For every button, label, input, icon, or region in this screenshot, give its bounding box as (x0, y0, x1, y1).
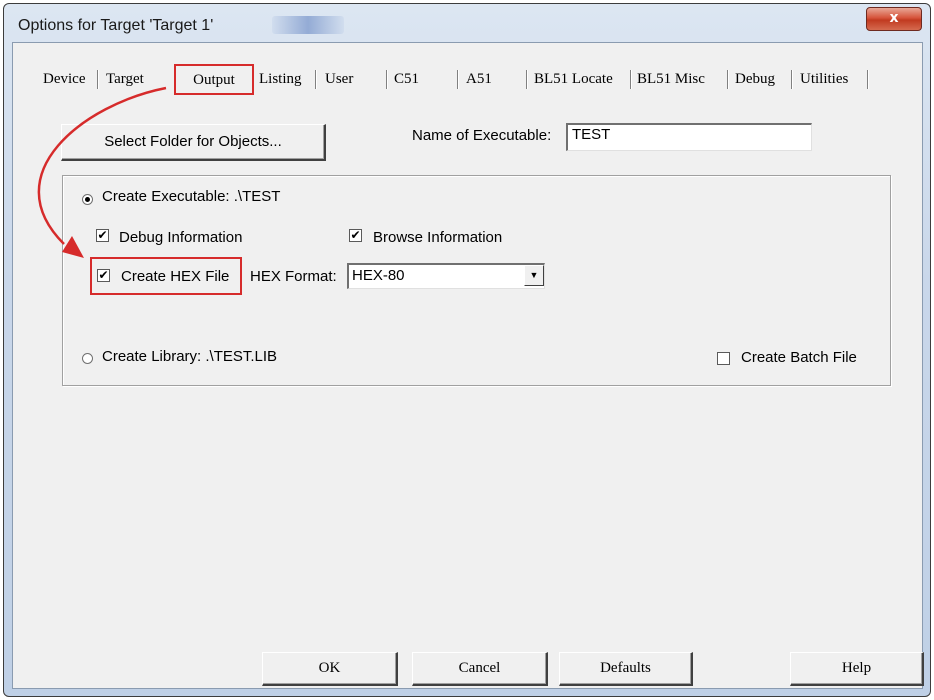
browse-information-checkbox[interactable]: ✔ (349, 229, 362, 242)
tab-device[interactable]: Device (43, 71, 85, 88)
create-batch-checkbox[interactable] (717, 352, 730, 365)
create-library-label: Create Library: .\TEST.LIB (102, 348, 278, 365)
tab-listing[interactable]: Listing (259, 71, 302, 88)
tab-separator (386, 70, 387, 89)
tab-c51[interactable]: C51 (394, 71, 419, 88)
tab-separator (526, 70, 527, 89)
help-button[interactable]: Help (790, 652, 924, 686)
chevron-down-icon[interactable]: ▼ (524, 265, 544, 286)
tab-bl51-misc[interactable]: BL51 Misc (637, 71, 705, 88)
tab-target[interactable]: Target (106, 71, 144, 88)
ok-button[interactable]: OK (262, 652, 398, 686)
tab-utilities[interactable]: Utilities (800, 71, 848, 88)
tab-separator (867, 70, 868, 89)
tab-separator (630, 70, 631, 89)
create-executable-label: Create Executable: .\TEST (102, 188, 281, 205)
tab-output[interactable]: Output (174, 64, 254, 95)
tab-bl51-locate[interactable]: BL51 Locate (534, 71, 613, 88)
tab-separator (457, 70, 458, 89)
create-library-radio[interactable] (82, 353, 93, 364)
debug-information-label: Debug Information (119, 229, 243, 246)
hex-format-select[interactable]: HEX-80 ▼ (347, 263, 545, 289)
create-executable-radio[interactable] (82, 194, 93, 205)
name-of-executable-label: Name of Executable: (412, 127, 552, 144)
create-batch-label: Create Batch File (741, 349, 857, 366)
tab-separator (97, 70, 98, 89)
tab-separator (727, 70, 728, 89)
hex-format-label: HEX Format: (250, 268, 337, 285)
browse-information-label: Browse Information (373, 229, 503, 246)
tab-debug[interactable]: Debug (735, 71, 775, 88)
close-button[interactable]: x (866, 7, 922, 31)
debug-information-checkbox[interactable]: ✔ (96, 229, 109, 242)
tab-user[interactable]: User (325, 71, 353, 88)
tab-separator (791, 70, 792, 89)
cancel-button[interactable]: Cancel (412, 652, 548, 686)
tab-separator (315, 70, 316, 89)
window-title: Options for Target 'Target 1' (18, 17, 214, 34)
options-dialog-window: Options for Target 'Target 1' x Device T… (3, 3, 931, 697)
name-of-executable-input[interactable]: TEST (566, 123, 812, 151)
title-blur-region (272, 16, 344, 34)
hex-format-value: HEX-80 (352, 267, 405, 284)
tab-a51[interactable]: A51 (466, 71, 492, 88)
select-folder-button[interactable]: Select Folder for Objects... (61, 124, 326, 161)
create-hex-label: Create HEX File (121, 268, 230, 285)
defaults-button[interactable]: Defaults (559, 652, 693, 686)
create-hex-checkbox[interactable]: ✔ (97, 269, 110, 282)
